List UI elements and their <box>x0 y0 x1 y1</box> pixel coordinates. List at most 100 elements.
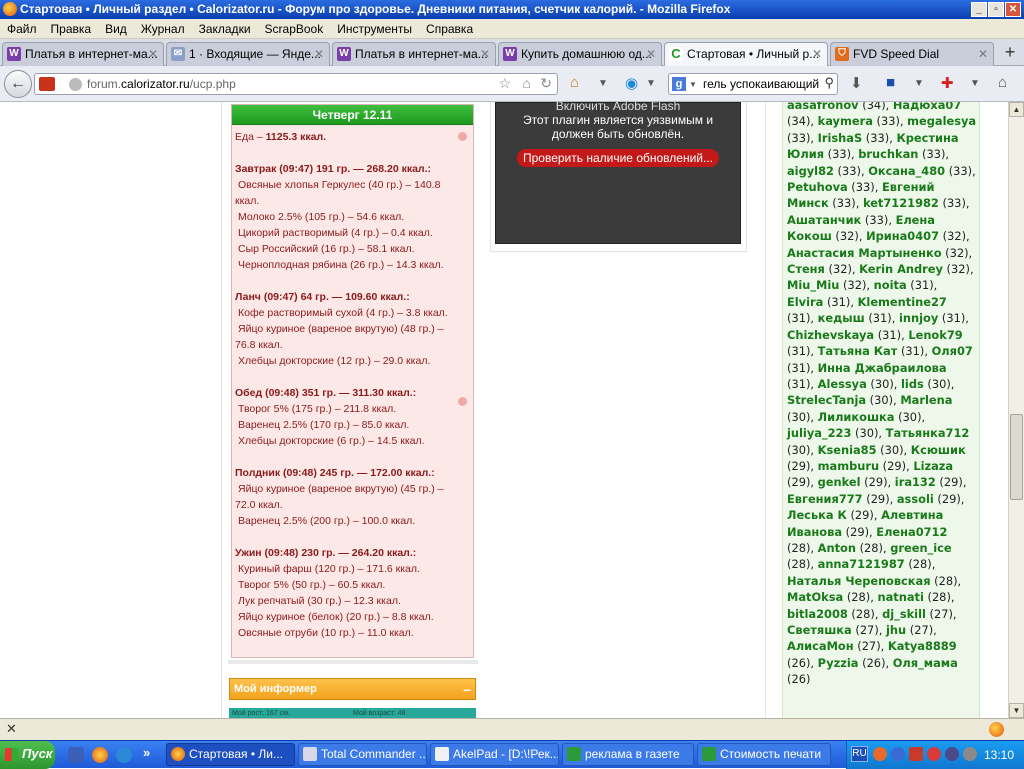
menu-help[interactable]: Справка <box>419 19 480 39</box>
user-link[interactable]: innjoy <box>899 311 938 325</box>
user-link[interactable]: Miu_Miu <box>787 278 839 292</box>
user-link[interactable]: aasafronov <box>787 102 859 112</box>
check-updates-button[interactable]: Проверить наличие обновлений... <box>517 149 719 167</box>
task-word-ad[interactable]: реклама в газете <box>562 743 694 766</box>
user-link[interactable]: Наталья Череповская <box>787 574 931 588</box>
user-link[interactable]: MatOksa <box>787 590 843 604</box>
user-link[interactable]: IrishaS <box>818 131 863 145</box>
edit-icon[interactable] <box>458 132 467 141</box>
language-indicator[interactable]: RU <box>851 746 868 762</box>
edit-icon[interactable] <box>458 397 467 406</box>
download-icon[interactable]: ⬇ <box>850 74 863 92</box>
back-button[interactable]: ← <box>4 70 32 98</box>
addon-plus-icon[interactable]: ✚ <box>941 74 954 92</box>
task-total-commander[interactable]: Total Commander ... <box>298 743 427 766</box>
user-link[interactable]: Татьяна Кат <box>818 344 898 358</box>
tab-2[interactable]: ✉ 1 · Входящие — Янде... ✕ <box>166 42 330 66</box>
user-link[interactable]: assoli <box>897 492 934 506</box>
user-link[interactable]: juliya_223 <box>787 426 851 440</box>
user-link[interactable]: kaymera <box>818 114 873 128</box>
sync-icon[interactable]: ◉ <box>625 74 638 92</box>
task-akelpad[interactable]: AkelPad - [D:\!Рек... <box>430 743 559 766</box>
menu-history[interactable]: Журнал <box>134 19 192 39</box>
user-link[interactable]: Светяшка <box>787 623 852 637</box>
user-link[interactable]: Anton <box>818 541 856 555</box>
screenshot-addon-icon[interactable] <box>39 77 55 91</box>
close-tab-icon[interactable]: ✕ <box>812 43 822 65</box>
close-tab-icon[interactable]: ✕ <box>646 43 656 65</box>
google-icon[interactable]: g <box>672 77 686 91</box>
task-print-cost[interactable]: Стоимость печати <box>697 743 831 766</box>
user-link[interactable]: Lizaza <box>913 459 953 473</box>
tab-6[interactable]: ⛉ FVD Speed Dial ✕ <box>830 42 994 66</box>
user-link[interactable]: Лиликошка <box>818 410 895 424</box>
star-icon[interactable]: ☆ <box>498 75 511 92</box>
user-link[interactable]: Евгения777 <box>787 492 863 506</box>
menu-tools[interactable]: Инструменты <box>330 19 419 39</box>
user-link[interactable]: кедыш <box>818 311 865 325</box>
close-tab-icon[interactable]: ✕ <box>314 43 324 65</box>
user-link[interactable]: Kerin Andrey <box>859 262 943 276</box>
user-link[interactable]: Lenok79 <box>908 328 962 342</box>
url-bar[interactable]: forum.calorizator.ru/ucp.php ☆ ⌂ ↻ <box>34 73 558 95</box>
user-link[interactable]: Елена0712 <box>876 525 947 539</box>
user-link[interactable]: anna7121987 <box>818 557 905 571</box>
tray-icon[interactable] <box>891 747 905 761</box>
home-addon-icon[interactable]: ⌂ <box>570 74 579 91</box>
user-link[interactable]: Chizhevskaya <box>787 328 874 342</box>
user-link[interactable]: mamburu <box>818 459 879 473</box>
user-link[interactable]: Инна Джабраилова <box>818 361 947 375</box>
engine-dropdown-icon[interactable]: ▼ <box>689 80 697 89</box>
new-tab-button[interactable]: + <box>1000 43 1020 63</box>
user-link[interactable]: Леська К <box>787 508 847 522</box>
close-tab-icon[interactable]: ✕ <box>148 43 158 65</box>
user-link[interactable]: natnati <box>877 590 923 604</box>
user-link[interactable]: Katya8889 <box>888 639 957 653</box>
scroll-thumb[interactable] <box>1010 414 1023 500</box>
dropdown-arrow-icon[interactable]: ▼ <box>598 78 608 89</box>
user-link[interactable]: bruchkan <box>858 147 918 161</box>
reload-icon[interactable]: ↻ <box>540 75 552 92</box>
close-button[interactable]: ✕ <box>1005 2 1021 17</box>
user-link[interactable]: Petuhova <box>787 180 848 194</box>
close-tab-icon[interactable]: ✕ <box>978 43 988 65</box>
home-bookmark-icon[interactable]: ⌂ <box>523 75 531 91</box>
user-link[interactable]: jhu <box>886 623 906 637</box>
user-link[interactable]: Татьянка712 <box>886 426 970 440</box>
user-link[interactable]: genkel <box>818 475 861 489</box>
user-link[interactable]: Ксюшик <box>911 443 966 457</box>
user-link[interactable]: АлисаМон <box>787 639 854 653</box>
ie-quicklaunch-icon[interactable] <box>116 747 132 763</box>
minimize-button[interactable]: _ <box>971 2 987 17</box>
user-link[interactable]: Анастасия Мартыненко <box>787 246 942 260</box>
firefox-status-icon[interactable] <box>989 722 1004 737</box>
user-link[interactable]: ira132 <box>895 475 936 489</box>
user-link[interactable]: Elvira <box>787 295 823 309</box>
user-link[interactable]: bitla2008 <box>787 607 848 621</box>
volume-icon[interactable] <box>963 747 977 761</box>
save-icon[interactable]: ■ <box>886 74 895 91</box>
menu-view[interactable]: Вид <box>98 19 134 39</box>
user-link[interactable]: megalesya <box>907 114 976 128</box>
close-tab-icon[interactable]: ✕ <box>480 43 490 65</box>
collapse-button[interactable]: – <box>463 679 471 699</box>
user-link[interactable]: Оля_мама <box>893 656 958 670</box>
menu-bookmarks[interactable]: Закладки <box>192 19 258 39</box>
user-link[interactable]: aigyl82 <box>787 164 834 178</box>
user-link[interactable]: Ирина0407 <box>866 229 939 243</box>
home-icon[interactable]: ⌂ <box>998 74 1007 91</box>
more-quicklaunch-icon[interactable]: » <box>143 745 150 760</box>
user-link[interactable]: Klementine27 <box>858 295 947 309</box>
shield-icon[interactable] <box>909 747 923 761</box>
firefox-quicklaunch-icon[interactable] <box>92 747 108 763</box>
user-link[interactable]: green_ice <box>890 541 951 555</box>
user-link[interactable]: StrelecTanja <box>787 393 866 407</box>
user-link[interactable]: Marlena <box>900 393 952 407</box>
tray-icon[interactable] <box>873 747 887 761</box>
start-button[interactable]: Пуск <box>0 741 55 769</box>
menu-edit[interactable]: Правка <box>44 19 99 39</box>
maximize-button[interactable]: ▫ <box>988 2 1004 17</box>
user-link[interactable]: Pyzzia <box>818 656 859 670</box>
tab-4[interactable]: W Купить домашнюю од... ✕ <box>498 42 662 66</box>
save-quicklaunch-icon[interactable] <box>68 747 84 763</box>
